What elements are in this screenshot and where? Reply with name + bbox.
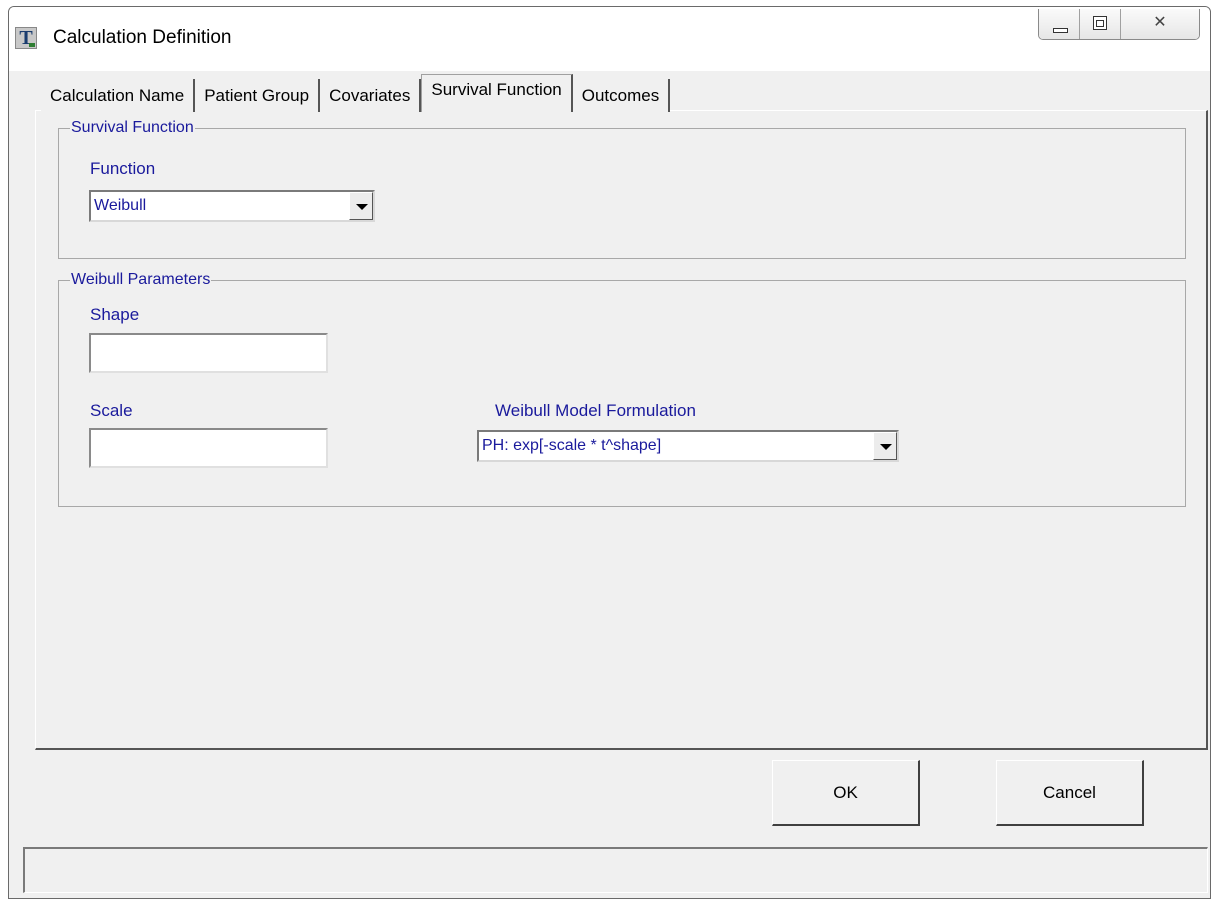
window-title: Calculation Definition xyxy=(53,27,232,48)
shape-input[interactable] xyxy=(89,333,328,373)
tab-panel-survival-function: Survival Function Function Weibull Weibu… xyxy=(35,110,1208,750)
scale-input[interactable] xyxy=(89,428,328,468)
minimize-button[interactable] xyxy=(1039,9,1080,39)
dialog-window: T Calculation Definition ✕ Survival Func… xyxy=(8,6,1211,899)
tab-covariates[interactable]: Covariates xyxy=(320,79,422,112)
survival-function-legend: Survival Function xyxy=(71,119,194,136)
formulation-select-value: PH: exp[-scale * t^shape] xyxy=(482,437,662,454)
window-controls: ✕ xyxy=(1038,9,1200,40)
formulation-label: Weibull Model Formulation xyxy=(495,401,696,420)
close-icon: ✕ xyxy=(1153,12,1167,31)
title-bar[interactable]: T Calculation Definition ✕ xyxy=(9,7,1210,71)
app-icon-accent xyxy=(29,43,35,47)
maximize-icon xyxy=(1093,16,1107,30)
function-label: Function xyxy=(90,159,156,178)
scale-label: Scale xyxy=(90,401,133,420)
chevron-down-icon[interactable] xyxy=(873,432,897,460)
minimize-icon xyxy=(1053,28,1068,33)
function-select-value: Weibull xyxy=(94,197,147,214)
app-icon[interactable]: T xyxy=(15,27,37,49)
close-button[interactable]: ✕ xyxy=(1121,9,1199,39)
cancel-button[interactable]: Cancel xyxy=(996,760,1144,826)
formulation-select[interactable]: PH: exp[-scale * t^shape] xyxy=(477,430,899,462)
maximize-button[interactable] xyxy=(1080,9,1121,39)
tab-survival-function[interactable]: Survival Function xyxy=(421,74,573,112)
survival-function-group: Survival Function xyxy=(58,119,1186,259)
weibull-parameters-group: Weibull Parameters xyxy=(58,271,1186,507)
status-bar xyxy=(23,847,1208,893)
tab-calculation-name[interactable]: Calculation Name xyxy=(41,79,196,112)
weibull-parameters-legend: Weibull Parameters xyxy=(71,271,211,288)
tab-outcomes[interactable]: Outcomes xyxy=(572,79,671,112)
shape-label: Shape xyxy=(90,305,140,324)
function-select[interactable]: Weibull xyxy=(89,190,375,222)
ok-button[interactable]: OK xyxy=(772,760,920,826)
tab-strip: Calculation Name Patient Group Covariate… xyxy=(41,74,671,112)
tab-patient-group[interactable]: Patient Group xyxy=(195,79,321,112)
chevron-down-icon[interactable] xyxy=(349,192,373,220)
